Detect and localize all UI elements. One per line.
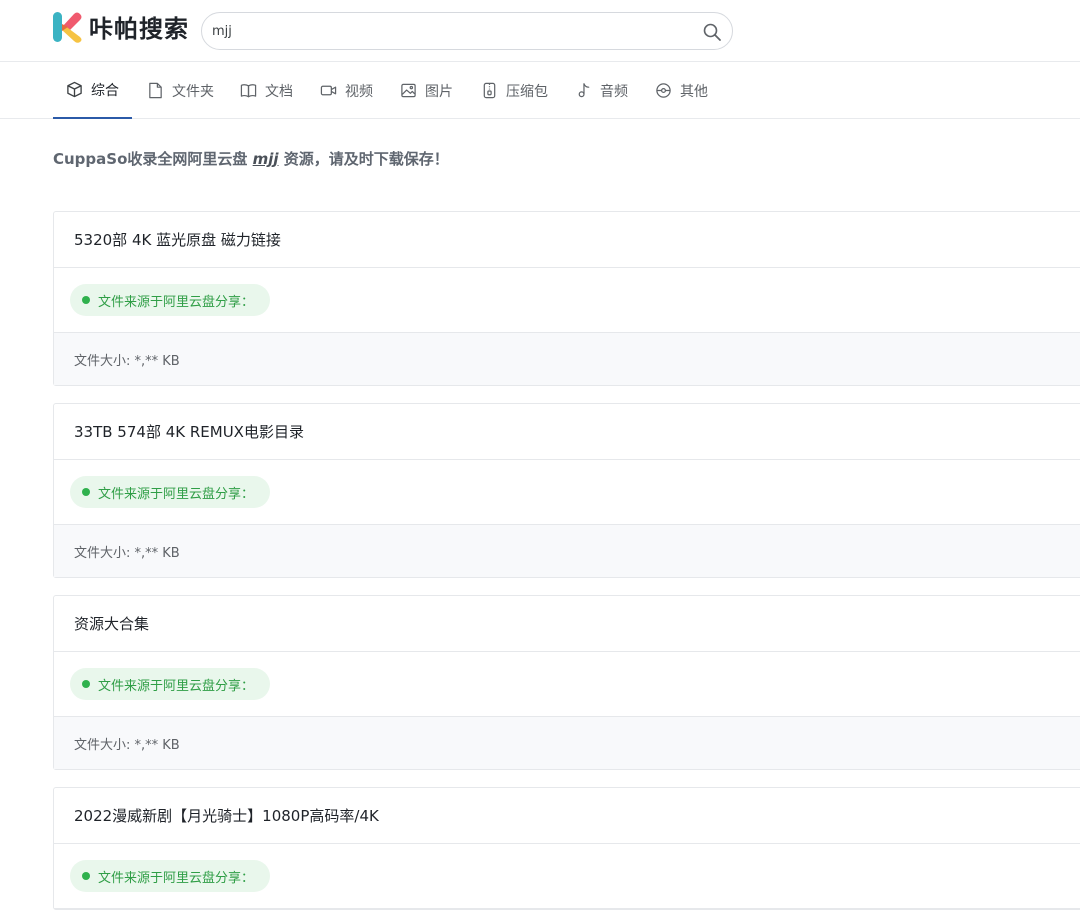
book-icon xyxy=(240,84,257,98)
file-size: 文件大小: *,** KB xyxy=(54,717,1080,769)
tab-audio[interactable]: 音频 xyxy=(575,62,628,119)
kapa-logo-icon[interactable] xyxy=(53,11,83,43)
tab-folder[interactable]: 文件夹 xyxy=(147,62,214,119)
tab-label: 视频 xyxy=(345,83,373,100)
result-title[interactable]: 资源大合集 xyxy=(54,596,1080,652)
result-source-row: 文件来源于阿里云盘分享： xyxy=(54,652,1080,717)
status-dot-icon xyxy=(82,872,90,880)
search-box xyxy=(201,12,733,50)
cube-icon xyxy=(67,81,82,98)
disc-icon xyxy=(656,83,671,98)
tab-label: 文件夹 xyxy=(172,83,214,100)
result-card: 资源大合集 文件来源于阿里云盘分享： 文件大小: *,** KB xyxy=(53,595,1080,770)
result-title[interactable]: 5320部 4K 蓝光原盘 磁力链接 xyxy=(54,212,1080,268)
tab-document[interactable]: 文档 xyxy=(240,62,293,119)
status-dot-icon xyxy=(82,296,90,304)
result-title[interactable]: 33TB 574部 4K REMUX电影目录 xyxy=(54,404,1080,460)
search-input[interactable] xyxy=(212,21,682,41)
zip-icon xyxy=(483,82,496,99)
tab-label: 压缩包 xyxy=(506,83,548,100)
tab-image[interactable]: 图片 xyxy=(400,62,453,119)
tab-archive[interactable]: 压缩包 xyxy=(481,62,548,119)
tab-label: 文档 xyxy=(265,83,293,100)
search-icon[interactable] xyxy=(702,22,722,42)
result-card: 2022漫威新剧【月光骑士】1080P高码率/4K 文件来源于阿里云盘分享： xyxy=(53,787,1080,910)
search-keyword: mjj xyxy=(252,150,279,168)
video-icon xyxy=(320,85,337,96)
file-icon xyxy=(149,82,162,99)
tab-video[interactable]: 视频 xyxy=(320,62,373,119)
source-badge: 文件来源于阿里云盘分享： xyxy=(70,860,271,892)
music-note-icon xyxy=(578,83,590,98)
tab-label: 其他 xyxy=(680,83,708,100)
source-badge: 文件来源于阿里云盘分享： xyxy=(70,668,271,700)
status-dot-icon xyxy=(82,680,90,688)
tab-label: 音频 xyxy=(600,83,628,100)
image-icon xyxy=(401,83,416,98)
result-title[interactable]: 2022漫威新剧【月光骑士】1080P高码率/4K xyxy=(54,788,1080,844)
tab-label: 综合 xyxy=(91,82,119,99)
file-size: 文件大小: *,** KB xyxy=(54,333,1080,385)
result-card: 5320部 4K 蓝光原盘 磁力链接 文件来源于阿里云盘分享： 文件大小: *,… xyxy=(53,211,1080,386)
source-badge: 文件来源于阿里云盘分享： xyxy=(70,284,271,316)
tab-label: 图片 xyxy=(425,83,453,100)
results-notice: CuppaSo收录全网阿里云盘 mjj 资源，请及时下载保存！ xyxy=(53,150,449,168)
tab-all[interactable]: 综合 xyxy=(53,62,132,119)
file-size: 文件大小: *,** KB xyxy=(54,525,1080,577)
source-badge: 文件来源于阿里云盘分享： xyxy=(70,476,271,508)
brand-name[interactable]: 咔帕搜索 xyxy=(89,14,189,44)
status-dot-icon xyxy=(82,488,90,496)
tab-other[interactable]: 其他 xyxy=(655,62,708,119)
result-card: 33TB 574部 4K REMUX电影目录 文件来源于阿里云盘分享： 文件大小… xyxy=(53,403,1080,578)
result-source-row: 文件来源于阿里云盘分享： xyxy=(54,460,1080,525)
result-source-row: 文件来源于阿里云盘分享： xyxy=(54,268,1080,333)
result-source-row: 文件来源于阿里云盘分享： xyxy=(54,844,1080,909)
category-tabs: 综合 文件夹 文档 视频 图片 压缩包 音频 其他 xyxy=(0,62,1080,119)
header: 咔帕搜索 xyxy=(0,0,1080,62)
